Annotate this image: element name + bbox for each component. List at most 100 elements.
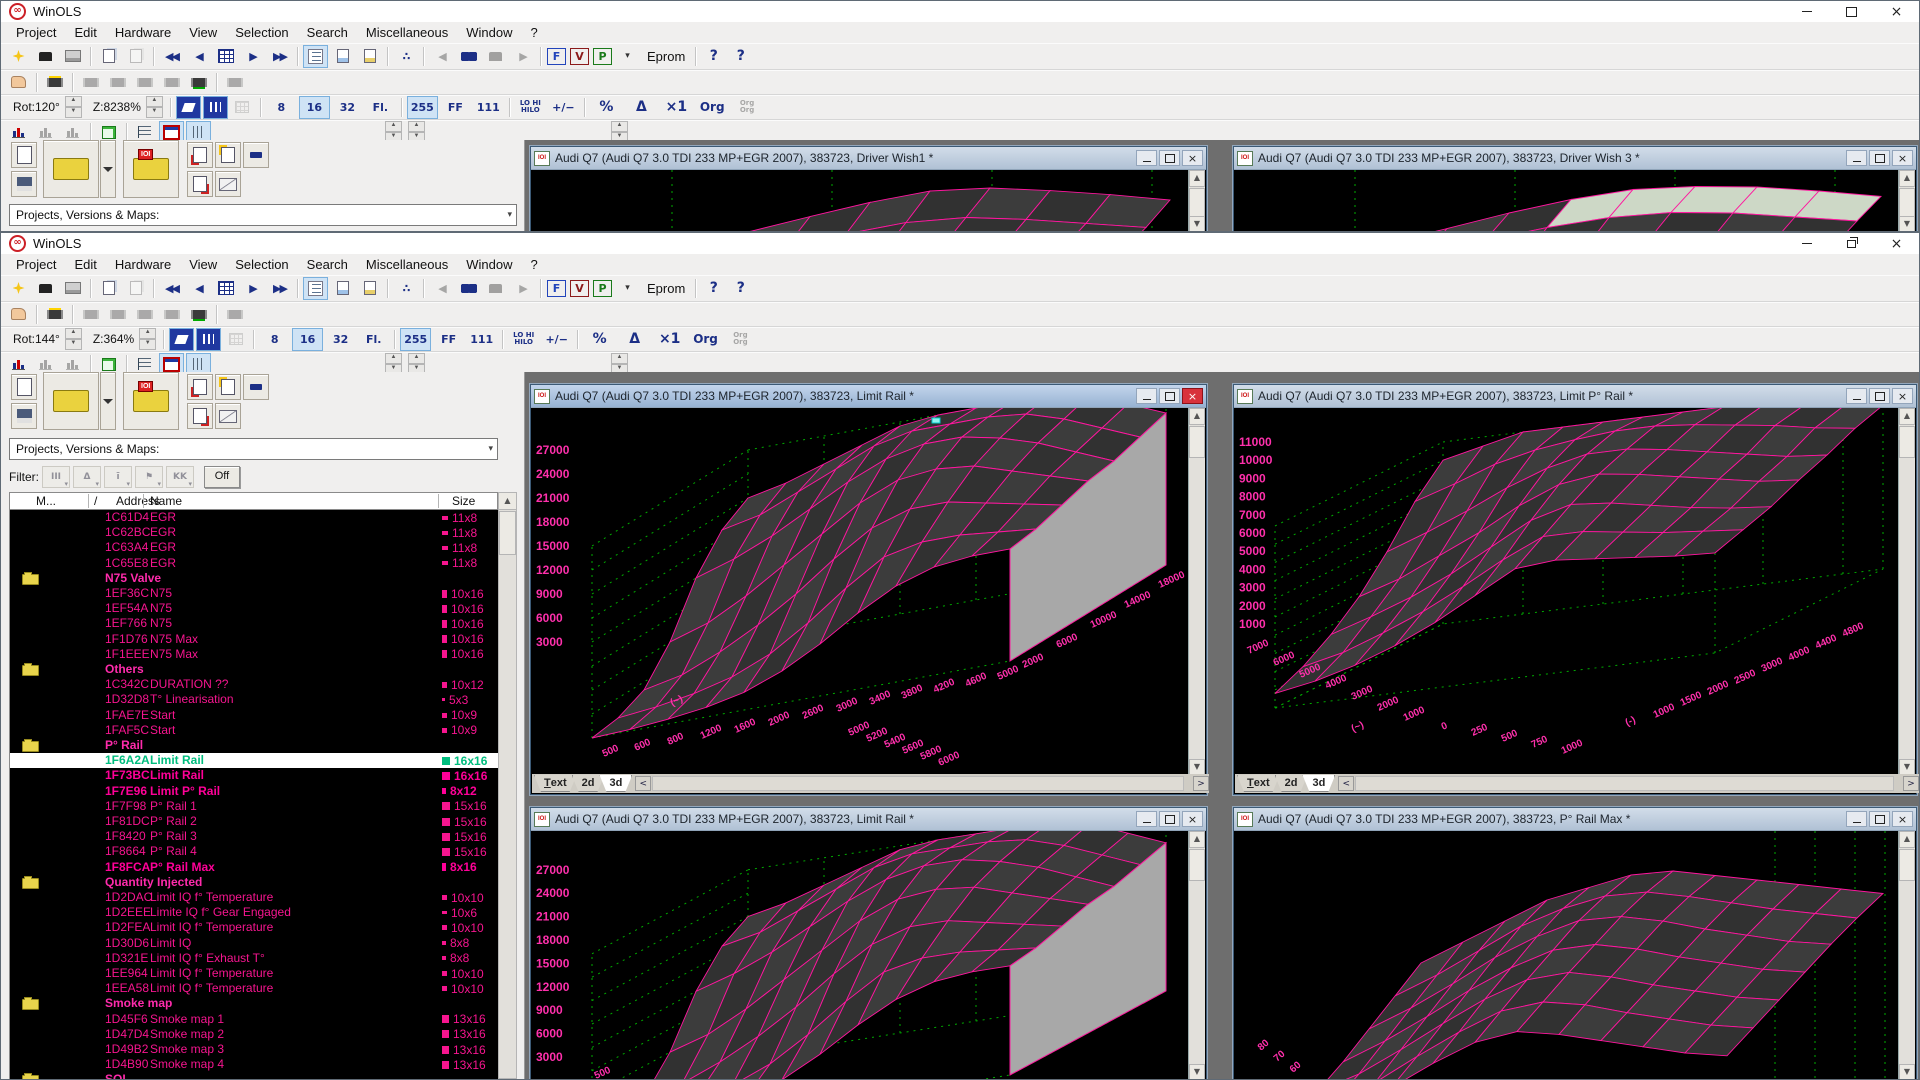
map-list-header[interactable]: M.../AddressNameSize: [9, 492, 498, 510]
spin-up-icon[interactable]: ▲: [611, 121, 628, 132]
map-row[interactable]: 1D32D8T° Linearisation5x3: [10, 692, 499, 707]
map-3d-view[interactable]: 2700024000210001800015000120009000600030…: [532, 408, 1190, 776]
vertical-scrollbar[interactable]: ▲▼: [1188, 831, 1205, 1080]
window-p-icon[interactable]: P: [593, 280, 612, 297]
map-3d-view[interactable]: 1000: [532, 170, 1190, 232]
view-3d-icon[interactable]: [176, 96, 201, 119]
format-float-button[interactable]: Fl.: [358, 328, 389, 351]
tab-text[interactable]: Text: [534, 775, 577, 792]
map-window-titlebar[interactable]: IOIAudi Q7 (Audi Q7 3.0 TDI 233 MP+EGR 2…: [1234, 385, 1916, 408]
vertical-scrollbar[interactable]: ▲▼: [1898, 408, 1915, 776]
new-document-button[interactable]: [11, 374, 37, 400]
help-icon[interactable]: ?: [701, 45, 726, 68]
scrollbar-thumb[interactable]: [1899, 849, 1915, 881]
menu-edit[interactable]: Edit: [65, 255, 105, 274]
spin-down-icon[interactable]: ▼: [146, 107, 163, 118]
tree-view-icon[interactable]: [303, 277, 328, 300]
map-row[interactable]: 1EF36CN7510x16: [10, 586, 499, 601]
byte-order-button[interactable]: LO HI HILO: [515, 96, 546, 119]
tab-3d[interactable]: 3d: [599, 775, 632, 792]
previous-version-icon[interactable]: ◀: [186, 277, 211, 300]
menu-view[interactable]: View: [180, 255, 226, 274]
window-titlebar[interactable]: ∞ WinOLS ×: [1, 1, 1919, 22]
maximize-button[interactable]: [1159, 150, 1180, 166]
map-row[interactable]: 1F8FCAP° Rail Max8x16: [10, 860, 499, 875]
display-hex-button[interactable]: FF: [433, 328, 464, 351]
filter-off-button[interactable]: Off: [204, 466, 240, 488]
map-window-titlebar[interactable]: IOIAudi Q7 (Audi Q7 3.0 TDI 233 MP+EGR 2…: [1234, 808, 1916, 831]
factor-button[interactable]: ×1: [653, 328, 686, 351]
maximize-button[interactable]: [1869, 150, 1890, 166]
map-3d-view[interactable]: 807060: [1235, 831, 1900, 1080]
menu-project[interactable]: Project: [7, 23, 65, 42]
scroll-down-icon[interactable]: ▼: [1899, 1064, 1915, 1080]
map-row[interactable]: 1D2EEELimite IQ f° Gear Engaged10x6: [10, 905, 499, 920]
map-row[interactable]: 1FAF5CStart10x9: [10, 723, 499, 738]
map-row[interactable]: 1C62BCEGR11x8: [10, 525, 499, 540]
scroll-up-icon[interactable]: ▲: [1189, 170, 1205, 187]
next-difference-icon[interactable]: ▶: [510, 277, 535, 300]
map-row[interactable]: 1D47D4Smoke map 213x16: [10, 1027, 499, 1042]
view-grid-icon[interactable]: [230, 96, 255, 119]
percent-button[interactable]: %: [590, 96, 623, 119]
chip-search-icon[interactable]: [222, 303, 247, 326]
menu-selection[interactable]: Selection: [226, 23, 297, 42]
scroll-left-icon[interactable]: <: [635, 776, 651, 791]
filter-kk-button[interactable]: KK: [166, 466, 194, 488]
map-row[interactable]: 1F8664P° Rail 415x16: [10, 844, 499, 859]
minimize-button[interactable]: [1846, 388, 1867, 404]
map-row[interactable]: 1F7E96Limit P° Rail8x12: [10, 784, 499, 799]
help-icon[interactable]: ?: [701, 277, 726, 300]
project-hat-icon[interactable]: [33, 45, 58, 68]
original-compare-button[interactable]: Org Org: [725, 328, 756, 351]
map-window-titlebar[interactable]: IOIAudi Q7 (Audi Q7 3.0 TDI 233 MP+EGR 2…: [531, 808, 1206, 831]
open-project-dropdown[interactable]: [100, 140, 116, 198]
search-document-icon[interactable]: [330, 277, 355, 300]
rotation-spinner[interactable]: ▲▼: [65, 96, 82, 118]
column-header-m[interactable]: M...: [36, 494, 56, 508]
map-folder-row[interactable]: Others: [10, 662, 499, 677]
context-help-icon[interactable]: ?: [728, 45, 753, 68]
map-row[interactable]: 1D4B90Smoke map 413x16: [10, 1057, 499, 1072]
column-header-size[interactable]: Size: [452, 494, 475, 508]
chip-erase-icon[interactable]: [159, 71, 184, 94]
minimize-button[interactable]: [1846, 811, 1867, 827]
previous-difference-icon[interactable]: ◀: [429, 45, 454, 68]
menu-search[interactable]: Search: [298, 255, 357, 274]
mail-settings-button[interactable]: [215, 403, 241, 429]
display-hex-button[interactable]: FF: [440, 96, 471, 119]
hand-icon[interactable]: [6, 303, 31, 326]
close-button[interactable]: ×: [1182, 388, 1203, 404]
display-decimal-button[interactable]: 255: [407, 96, 438, 119]
first-version-icon[interactable]: ◀◀: [159, 277, 184, 300]
map-row[interactable]: 1C61D4EGR11x8: [10, 510, 499, 525]
map-row[interactable]: 1D45F6Smoke map 113x16: [10, 1012, 499, 1027]
scroll-right-icon[interactable]: >: [1193, 776, 1209, 791]
delta-button[interactable]: Δ: [618, 328, 651, 351]
filter-delta-button[interactable]: Δ: [73, 466, 101, 488]
recent-document-icon[interactable]: [357, 277, 382, 300]
menu-[interactable]: ?: [522, 255, 547, 274]
eprom-label[interactable]: Eprom: [647, 281, 685, 296]
save-button[interactable]: [11, 403, 37, 429]
scrollbar-thumb[interactable]: [1899, 426, 1915, 458]
spin-down-icon[interactable]: ▼: [65, 107, 82, 118]
grey-hat-icon[interactable]: [483, 45, 508, 68]
menu-hardware[interactable]: Hardware: [106, 255, 180, 274]
last-version-icon[interactable]: ▶▶: [267, 45, 292, 68]
delta-button[interactable]: Δ: [625, 96, 658, 119]
scroll-up-icon[interactable]: ▲: [1189, 831, 1205, 848]
menu-window[interactable]: Window: [457, 23, 521, 42]
minimize-button[interactable]: [1136, 811, 1157, 827]
new-project-wizard-icon[interactable]: [6, 277, 31, 300]
projects-combobox[interactable]: Projects, Versions & Maps: ▾: [9, 438, 498, 460]
chip-checksum-icon[interactable]: [186, 303, 211, 326]
map-window-lr2[interactable]: IOIAudi Q7 (Audi Q7 3.0 TDI 233 MP+EGR 2…: [530, 807, 1207, 1080]
open-project-button[interactable]: [43, 372, 99, 430]
spin-up-icon[interactable]: ▲: [139, 328, 156, 339]
map-row[interactable]: 1FAE7EStart10x9: [10, 708, 499, 723]
fp-search-button[interactable]: [243, 374, 269, 400]
binoculars-icon[interactable]: [456, 277, 481, 300]
scrollbar-thumb[interactable]: [1189, 426, 1205, 458]
restore-button[interactable]: [1829, 233, 1874, 254]
